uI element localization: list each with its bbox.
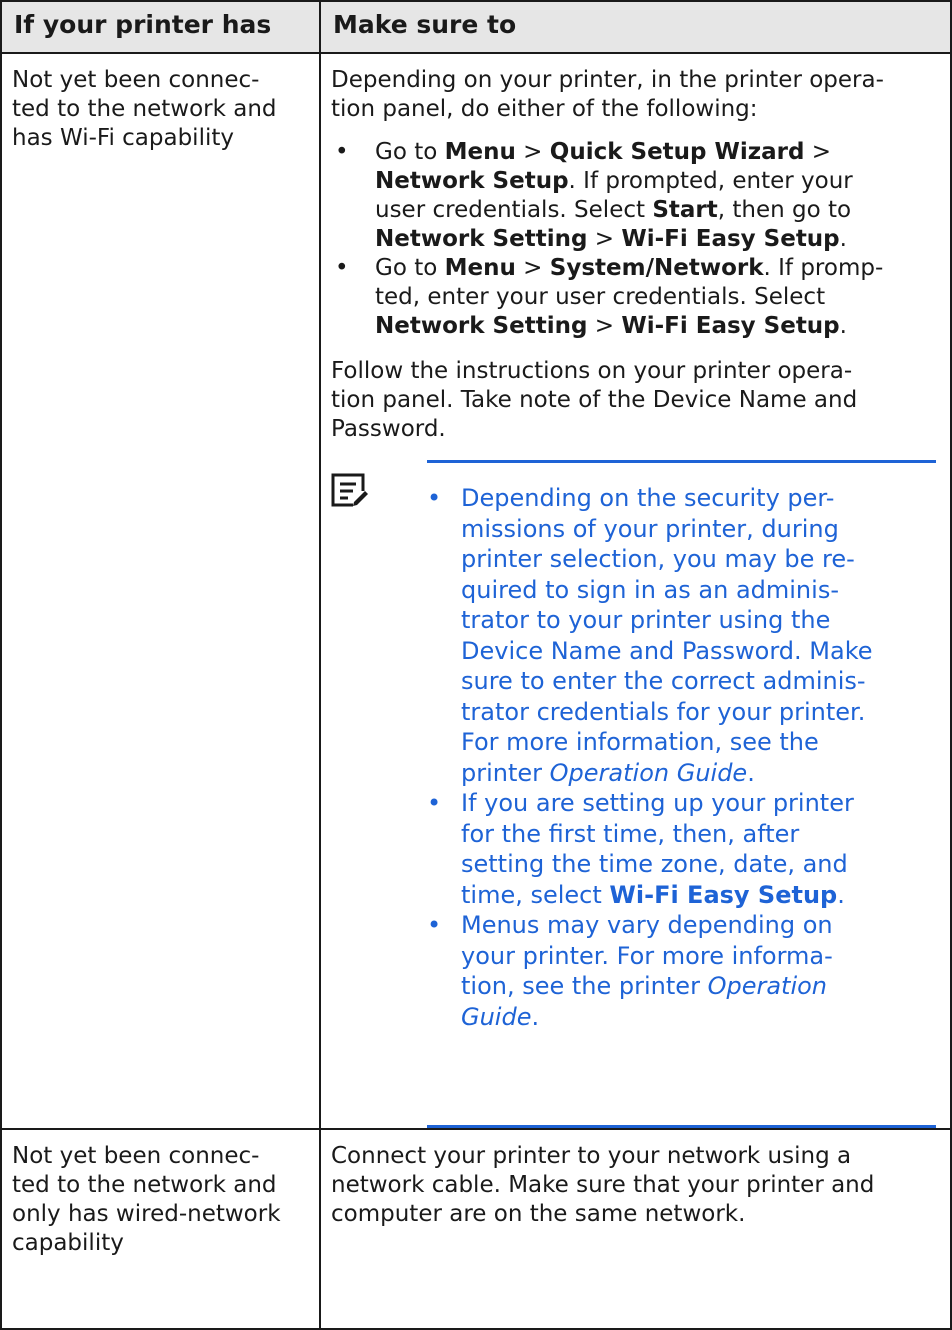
text-line: setting the time zone, date, and	[461, 850, 848, 878]
text: tion, see the printer	[461, 972, 708, 1000]
step-item: • Go to Menu > Quick Setup Wizard > Netw…	[331, 138, 936, 254]
condition-cell: Not yet been connec- ted to the network …	[0, 52, 321, 1130]
menu-term: Wi-Fi Easy Setup	[609, 880, 838, 909]
text: user credentials. Select	[375, 197, 653, 223]
text-line: If you are setting up your printer	[461, 789, 854, 817]
condition-line: ted to the network and	[12, 1172, 277, 1198]
text-line: network cable. Make sure that your print…	[331, 1172, 875, 1198]
column-header-action: Make sure to	[319, 0, 952, 54]
text-line: For more information, see the	[461, 728, 819, 756]
menu-term: Network Setting	[375, 313, 588, 339]
step-list: • Go to Menu > Quick Setup Wizard > Netw…	[331, 138, 936, 341]
text-line: Device Name and Password. Make	[461, 636, 873, 665]
note-item: • Menus may vary depending on your print…	[427, 910, 936, 1032]
text-line: Connect your printer to your network usi…	[331, 1143, 852, 1169]
text: .	[839, 226, 847, 252]
condition-line: capability	[12, 1230, 124, 1256]
note-bottom-rule	[427, 1125, 936, 1128]
text: , then go to	[717, 197, 852, 223]
bullet: •	[335, 255, 349, 281]
column-header-condition: If your printer has	[0, 0, 321, 54]
bullet: •	[427, 789, 442, 817]
text: >	[515, 139, 550, 165]
text: Go to	[375, 255, 445, 281]
table-header-row: If your printer has Make sure to	[0, 0, 952, 54]
table-row: Not yet been connec- ted to the network …	[0, 52, 952, 1130]
text-line: trator to your printer using the	[461, 606, 831, 634]
text: . If promp-	[763, 255, 884, 281]
menu-term: Wi-Fi Easy Setup	[621, 313, 840, 339]
condition-line: only has wired-network	[12, 1201, 281, 1227]
bullet: •	[335, 139, 349, 165]
text: printer	[461, 758, 550, 787]
menu-term: Wi-Fi Easy Setup	[621, 226, 840, 252]
note-top-rule	[427, 460, 936, 463]
follow-paragraph: Follow the instructions on your printer …	[331, 357, 936, 444]
menu-term: Network Setting	[375, 226, 588, 252]
bullet: •	[427, 484, 442, 512]
menu-term: System/Network	[549, 255, 764, 281]
text: .	[839, 313, 847, 339]
text-line: ted, enter your user credentials. Select	[375, 284, 826, 310]
note-pencil-icon	[331, 473, 369, 509]
note-list: • Depending on the security per- mission…	[427, 483, 936, 1032]
text-line: Menus may vary depending on	[461, 911, 833, 939]
condition-line: has Wi-Fi capability	[12, 125, 234, 151]
text: >	[515, 255, 550, 281]
text: >	[587, 313, 622, 339]
guide-title: Operation	[707, 972, 827, 1000]
text: >	[587, 226, 622, 252]
condition-line: ted to the network and	[12, 96, 277, 122]
text-line: sure to enter the correct adminis-	[461, 667, 866, 695]
condition-line: Not yet been connec-	[12, 1143, 260, 1169]
text-line: computer are on the same network.	[331, 1201, 746, 1227]
text-line: trator credentials for your printer.	[461, 697, 866, 726]
text: >	[804, 139, 832, 165]
text-line: tion panel, do either of the following:	[331, 96, 758, 122]
action-cell: Depending on your printer, in the printe…	[319, 52, 952, 1130]
condition-cell: Not yet been connec- ted to the network …	[0, 1128, 321, 1330]
text-line: Password.	[331, 416, 446, 442]
intro-paragraph: Depending on your printer, in the printe…	[331, 66, 936, 124]
text-line: Depending on your printer, in the printe…	[331, 67, 884, 93]
text-line: quired to sign in as an adminis-	[461, 575, 839, 604]
note-box: • Depending on the security per- mission…	[331, 460, 936, 1128]
text: time, select	[461, 880, 610, 909]
guide-title: Operation Guide	[549, 758, 748, 787]
menu-term: Menu	[444, 139, 516, 165]
printer-setup-table: If your printer has Make sure to Not yet…	[0, 0, 952, 1330]
menu-term: Network Setup	[375, 168, 569, 194]
text-line: tion panel. Take note of the Device Name…	[331, 387, 858, 413]
text: Go to	[375, 139, 445, 165]
text-line: for the first time, then, after	[461, 819, 800, 848]
text-line: Follow the instructions on your printer …	[331, 358, 853, 384]
text: .	[531, 1002, 540, 1031]
menu-term: Start	[652, 197, 718, 223]
note-item: • Depending on the security per- mission…	[427, 483, 936, 788]
table-row: Not yet been connec- ted to the network …	[0, 1128, 952, 1330]
menu-term: Menu	[444, 255, 516, 281]
text: .	[837, 880, 845, 909]
text-line: Depending on the security per-	[461, 484, 835, 512]
text: .	[747, 758, 755, 787]
menu-term: Quick Setup Wizard	[549, 139, 805, 165]
guide-title: Guide	[461, 1002, 532, 1031]
text-line: printer selection, you may be re-	[461, 545, 855, 573]
text: . If prompted, enter your	[568, 168, 853, 194]
action-cell: Connect your printer to your network usi…	[319, 1128, 952, 1330]
step-item: • Go to Menu > System/Network. If promp-…	[331, 254, 936, 341]
note-item: • If you are setting up your printer for…	[427, 788, 936, 910]
text-line: missions of your printer, during	[461, 514, 839, 543]
condition-line: Not yet been connec-	[12, 67, 260, 93]
bullet: •	[427, 911, 442, 939]
text-line: your printer. For more informa-	[461, 941, 833, 970]
